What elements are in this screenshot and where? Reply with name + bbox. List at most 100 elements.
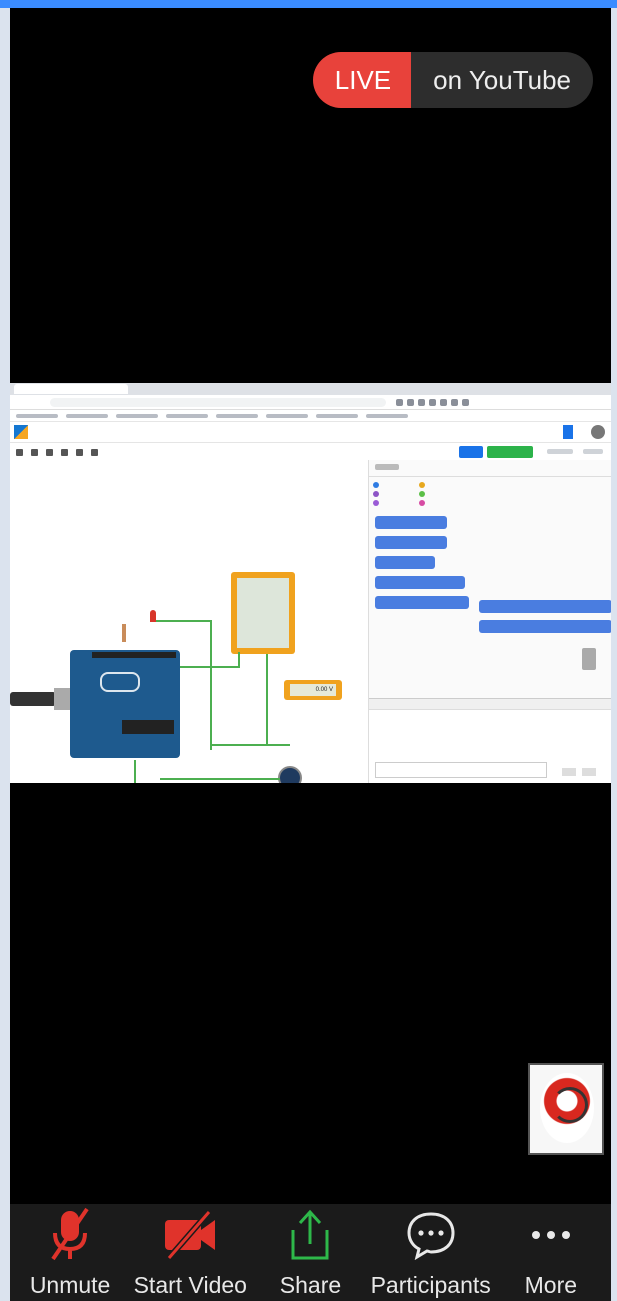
microcontroller-chip [122,720,174,734]
unmute-label: Unmute [29,1272,111,1298]
delete-icon[interactable] [31,448,38,456]
serial-input-field[interactable] [375,762,547,778]
bookmarks-bar [10,410,611,422]
arduino-board[interactable] [70,650,180,758]
wire[interactable] [238,652,240,668]
profile-menu-button[interactable] [563,425,573,439]
resistor-component[interactable] [122,624,126,642]
app-logo-icon[interactable] [14,425,28,439]
code-block[interactable] [375,536,447,549]
wire[interactable] [266,654,268,744]
multimeter-reading: 0.00 V [290,684,336,696]
code-block[interactable] [375,516,447,529]
lcd-display-component[interactable] [231,572,295,654]
extension-icon[interactable] [418,398,425,406]
start-simulation-button[interactable] [487,446,533,458]
meeting-toolbar: Unmute Start Video Share Participants Mo… [10,1204,611,1301]
share-button[interactable]: Share [250,1204,370,1299]
more-dots-icon [529,1204,573,1266]
url-field[interactable] [50,397,386,407]
input-category-dot[interactable] [373,491,379,497]
bookmark[interactable] [316,413,358,418]
extension-icon[interactable] [429,398,436,406]
start-video-label: Start Video [133,1272,247,1298]
wire-color-icon[interactable] [91,448,98,456]
redo-icon[interactable] [61,448,68,456]
serial-monitor-header [369,699,611,710]
extension-icon[interactable] [451,398,458,406]
logo-emblem-icon [552,1087,588,1123]
more-label: More [524,1272,578,1298]
right-frame [611,8,617,1301]
code-panel-header [369,460,611,477]
bookmark[interactable] [116,413,158,418]
math-category-dot[interactable] [419,491,425,497]
platform-label: on YouTube [411,52,593,108]
more-button[interactable]: More [491,1204,611,1299]
live-on-youtube-badge[interactable]: LIVE on YouTube [312,52,593,108]
wire[interactable] [156,620,212,622]
bookmark[interactable] [66,413,108,418]
extension-icon[interactable] [396,398,403,406]
potentiometer-component[interactable] [278,766,302,783]
muted-microphone-icon [47,1204,93,1266]
unmute-button[interactable]: Unmute [10,1204,130,1299]
meeting-stage: LIVE on YouTube 0.00 V Unmute Start Vide… [10,8,611,1301]
video-off-icon [161,1204,219,1266]
bookmark[interactable] [216,413,258,418]
wire[interactable] [210,620,212,750]
participants-button[interactable]: Participants [371,1204,491,1299]
code-panel [368,460,611,783]
browser-tab-bar [10,383,611,395]
lcd-screen [237,578,289,648]
code-block[interactable] [375,596,469,609]
wire[interactable] [210,744,290,746]
notation-category-dot[interactable] [373,500,379,506]
avatar[interactable] [591,425,605,439]
usb-cable [10,692,56,706]
left-frame [0,8,10,1301]
variables-category-dot[interactable] [419,500,425,506]
rotate-icon[interactable] [16,448,23,456]
output-category-dot[interactable] [373,482,379,488]
pin-header [92,652,176,658]
participants-label: Participants [370,1272,491,1298]
bookmark[interactable] [366,413,408,418]
browser-address-bar [10,395,611,410]
multimeter-component[interactable]: 0.00 V [284,680,342,700]
participant-video-thumbnail[interactable] [528,1063,604,1155]
start-video-button[interactable]: Start Video [130,1204,250,1299]
arduino-logo-icon [100,672,140,692]
serial-monitor [369,698,611,783]
bookmark[interactable] [266,413,308,418]
extension-icon[interactable] [407,398,414,406]
export-link[interactable] [547,449,573,454]
wire[interactable] [134,760,136,783]
serial-clear-button[interactable] [582,768,596,776]
circuit-workspace[interactable]: 0.00 V [10,460,368,783]
extension-icons [396,398,469,406]
control-category-dot[interactable] [419,482,425,488]
shared-screen[interactable]: 0.00 V [10,383,611,783]
blocks-mode-select[interactable] [375,464,399,470]
undo-icon[interactable] [46,448,53,456]
code-block[interactable] [375,576,465,589]
browser-tab[interactable] [14,384,128,394]
serial-send-button[interactable] [562,768,576,776]
bookmark[interactable] [16,413,58,418]
app-header [10,422,611,443]
code-block[interactable] [375,556,435,569]
share-screen-icon [287,1204,333,1266]
notes-icon[interactable] [76,448,83,456]
code-block[interactable] [479,600,611,613]
extension-icon[interactable] [462,398,469,406]
share-link[interactable] [583,449,603,454]
participants-chat-icon [405,1204,457,1266]
extension-icon[interactable] [440,398,447,406]
code-block[interactable] [479,620,611,633]
code-button[interactable] [459,446,483,458]
top-accent-strip [0,0,617,8]
bookmark[interactable] [166,413,208,418]
wire[interactable] [160,778,280,780]
trash-icon[interactable] [582,648,596,670]
